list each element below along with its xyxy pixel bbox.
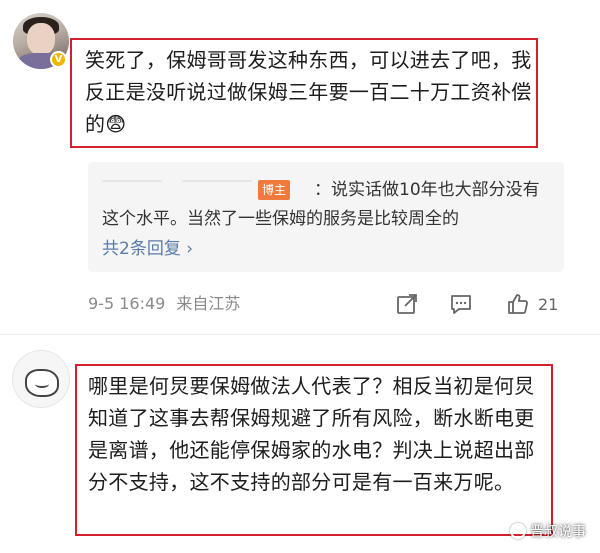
comment-icon bbox=[451, 295, 471, 314]
share-icon bbox=[397, 294, 417, 314]
verified-badge-icon: V bbox=[50, 51, 67, 68]
like-count: 21 bbox=[538, 294, 559, 314]
watermark: 晋叔说事 bbox=[510, 520, 586, 542]
view-replies-link[interactable]: 共2条回复 › bbox=[102, 237, 193, 261]
comment-divider bbox=[0, 334, 600, 335]
comment-meta-row-partial bbox=[88, 544, 558, 553]
watermark-text: 晋叔说事 bbox=[530, 524, 586, 540]
commenter-avatar[interactable] bbox=[12, 350, 70, 408]
comment-text: 哪里是何炅要保姆做法人代表了？相反当初是何炅知道了这事去帮保姆规避了所有风险，断… bbox=[88, 374, 535, 494]
author-badge: 博主 bbox=[258, 180, 291, 200]
comment-time: 9-5 16:49 bbox=[88, 294, 166, 313]
share-button[interactable] bbox=[396, 292, 418, 316]
comment-text: 笑死了，保姆哥哥发这种东西，可以进去了吧，我反正是没听说过做保姆三年要一百二十万… bbox=[85, 48, 532, 136]
thumbs-up-icon bbox=[508, 294, 528, 314]
reply-text: ：说实话做10年也大部分没有这个水平。当然了一些保姆的服务是比较周全的 bbox=[102, 180, 540, 229]
comment-meta-row: 9-5 16:49 来自江苏 21 bbox=[88, 292, 558, 318]
watermark-logo-icon bbox=[510, 523, 526, 539]
like-button[interactable]: 21 bbox=[506, 292, 558, 316]
reply-button[interactable] bbox=[450, 292, 472, 316]
comment-location: 来自江苏 bbox=[176, 294, 241, 313]
comment-timestamp: 9-5 16:49 来自江苏 bbox=[88, 292, 240, 316]
reply-preview[interactable]: ：说实话做10年也大部分没有这个水平。当然了一些保姆的服务是比较周全的 博主 共… bbox=[88, 162, 564, 272]
